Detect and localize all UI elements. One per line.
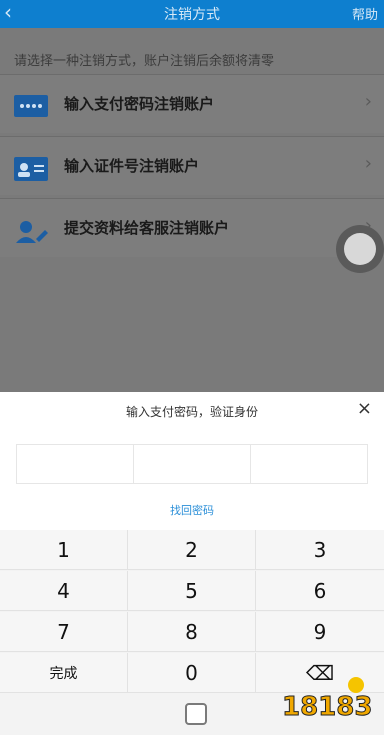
close-icon[interactable]: × [357,398,372,419]
key-1[interactable]: 1 [0,530,128,570]
floating-assist-button[interactable] [336,225,384,273]
svg-text:18183: 18183 [282,692,372,721]
id-card-icon [14,157,48,181]
floating-assist-inner [344,233,376,265]
page-title: 注销方式 [164,7,220,23]
key-6[interactable]: 6 [256,571,384,611]
done-key[interactable]: 完成 [0,653,128,693]
key-4[interactable]: 4 [0,571,128,611]
option-label: 输入证件号注销账户 [64,157,200,175]
key-9[interactable]: 9 [256,612,384,652]
home-button-icon[interactable] [185,703,207,725]
key-7[interactable]: 7 [0,612,128,652]
password-input[interactable] [16,444,368,484]
password-digit-box [16,444,133,484]
help-link[interactable]: 帮助 [352,4,378,23]
key-5[interactable]: 5 [128,571,256,611]
card-icon [14,95,48,117]
option-label: 提交资料给客服注销账户 [64,219,230,237]
app-header: ‹ 注销方式 帮助 [0,0,384,28]
notice-text: 请选择一种注销方式，账户注销后余额将清零 [14,54,275,69]
recover-password-link[interactable]: 找回密码 [0,502,384,518]
password-digit-box [250,444,368,484]
key-0[interactable]: 0 [128,653,256,693]
option-pay-password[interactable]: 输入支付密码注销账户 › [0,74,384,133]
chevron-right-icon: › [364,91,372,112]
key-3[interactable]: 3 [256,530,384,570]
watermark-logo: 18183 [282,677,373,721]
option-contact-support[interactable]: 提交资料给客服注销账户 › [0,198,384,257]
chevron-right-icon: › [364,153,372,174]
key-2[interactable]: 2 [128,530,256,570]
sheet-title: 输入支付密码，验证身份 [125,405,258,419]
person-edit-icon [16,221,48,243]
option-label: 输入支付密码注销账户 [64,95,215,113]
key-8[interactable]: 8 [128,612,256,652]
password-digit-box [133,444,250,484]
option-id-number[interactable]: 输入证件号注销账户 › [0,136,384,195]
